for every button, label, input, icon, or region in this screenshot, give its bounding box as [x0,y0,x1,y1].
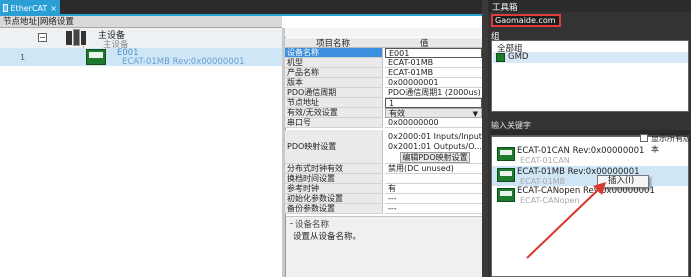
property-row[interactable]: 版本 0x00000001 [285,78,482,88]
property-name: PDO通信周期 [285,88,383,98]
slave-device-icon [86,49,106,65]
property-row[interactable]: 参考时钟 有 [285,184,482,194]
device-item-ecat-01can[interactable]: ECAT-01CAN Rev:0x00000001 [517,146,644,156]
device-group-icon [496,53,505,62]
property-name: 备份参数设置 [285,204,383,214]
chevron-down-icon: ▼ [472,110,478,118]
show-all-versions-label: 显示所有版本 [651,134,691,154]
property-row[interactable]: 备份参数设置 --- [285,204,482,214]
master-device-icon [66,29,88,47]
device-subtitle: ECAT-CANopen [520,196,580,205]
property-row[interactable]: 初始化参数设置 --- [285,194,482,204]
property-row[interactable]: 串口号 0x00000000 [285,118,482,128]
property-row[interactable]: 产品名称 ECAT-01MB [285,68,482,78]
property-value: --- [385,204,482,214]
close-icon[interactable]: × [50,4,57,13]
device-icon [497,188,515,202]
property-name: 机型 [285,58,383,68]
property-name: 初始化参数设置 [285,194,383,204]
device-icon [497,168,515,182]
collapse-icon[interactable]: − [38,33,47,42]
pdo-entry: 0x2000:01 Inputs/Input [388,132,482,141]
enable-select-value: 有效 [389,109,405,118]
pdo-entry: 0x2001:01 Outputs/O... [388,142,482,151]
property-value: 0x00000000 [385,118,482,128]
property-name: 分布式时钟有效 [285,164,383,174]
device-subtitle: ECAT-01MB [520,177,566,186]
context-menu-insert[interactable]: 插入(I) [597,175,649,188]
property-row[interactable]: PDO通信周期 PDO通信周期1 (2000us) [285,88,482,98]
property-value: ECAT-01MB [385,58,482,68]
property-name: PDO映射设置 [285,130,383,164]
enable-select[interactable]: 有效 ▼ [385,108,482,118]
node-address: 1 [20,53,26,62]
property-name: 换档时间设置 [285,174,383,184]
ethercat-tab-icon [3,4,8,12]
panel-header: 节点地址|网络设置 [0,16,282,28]
property-grid-header [285,38,482,48]
node-address-field[interactable]: 1 [385,98,482,108]
property-row[interactable]: 节点地址 1 [285,98,482,108]
description-title: 设备名称 [289,218,329,230]
tab-strip [0,0,482,16]
property-value: 0x00000001 [385,78,482,88]
property-name: 节点地址 [285,98,383,108]
device-subtitle: ECAT-01CAN [520,156,570,165]
device-name-field[interactable]: E001 [385,48,482,58]
property-name: 产品名称 [285,68,383,78]
property-row[interactable]: 有效/无效设置 有效 ▼ [285,108,482,118]
property-toolbar [285,28,482,37]
property-row[interactable]: 分布式时钟有效 禁用(DC unused) [285,164,482,174]
property-value[interactable] [385,174,482,184]
tab-ethercat[interactable]: EtherCAT × [0,0,60,16]
group-item-label: GMD [508,52,529,62]
description-body: 设置从设备名称。 [293,232,362,242]
property-value[interactable]: 禁用(DC unused) [385,164,482,174]
property-name: 参考时钟 [285,184,383,194]
property-value[interactable]: PDO通信周期1 (2000us) [385,88,482,98]
property-value: 有 [385,184,482,194]
property-name: 设备名称 [285,48,383,58]
device-icon [497,147,515,161]
tab-label: EtherCAT [10,3,48,13]
property-name: 串口号 [285,118,383,128]
property-row[interactable]: 机型 ECAT-01MB [285,58,482,68]
property-name: 有效/无效设置 [285,108,383,118]
vendor-select[interactable]: Gaomaide.com [491,14,561,27]
slave-model: ECAT-01MB Rev:0x00000001 [122,57,245,67]
property-name: 版本 [285,78,383,88]
property-value: ECAT-01MB [385,68,482,78]
property-value: --- [385,194,482,204]
property-row-device-name[interactable]: 设备名称 E001 [285,48,482,58]
show-all-versions-checkbox[interactable] [640,134,648,142]
property-row[interactable]: 换档时间设置 [285,174,482,184]
toolbox-title-bar [488,0,691,12]
edit-pdo-mapping-button[interactable]: 编辑PDO映射设置 [400,152,470,163]
